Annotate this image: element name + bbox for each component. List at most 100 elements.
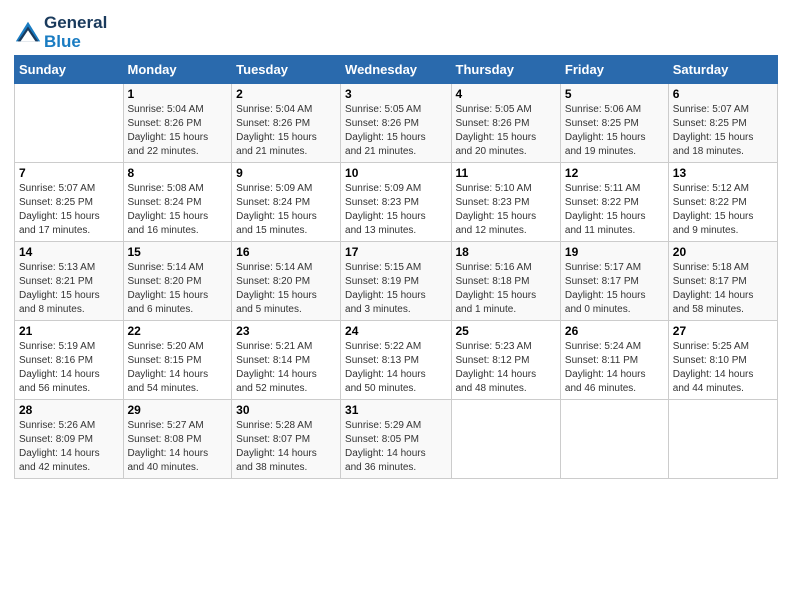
calendar-cell: 15 Sunrise: 5:14 AM Sunset: 8:20 PM Dayli… (123, 242, 232, 321)
calendar-cell: 4Sunrise: 5:05 AM Sunset: 8:26 PM Daylig… (451, 84, 560, 163)
day-number: 3 (345, 87, 446, 101)
cell-info: Sunrise: 5:13 AM Sunset: 8:21 PM Dayligh… (19, 261, 119, 317)
cell-info: Sunrise: 5:18 AM Sunset: 8:17 PM Dayligh… (673, 261, 773, 317)
cell-info: Sunrise: 5:26 AM Sunset: 8:09 PM Dayligh… (19, 419, 119, 475)
col-header-monday: Monday (123, 56, 232, 84)
cell-info: Sunrise: 5:20 AM Sunset: 8:15 PM Dayligh… (128, 340, 228, 396)
cell-info: Sunrise: 5:05 AM Sunset: 8:26 PM Dayligh… (345, 103, 446, 159)
cell-info: Sunrise: 5:16 AM Sunset: 8:18 PM Dayligh… (456, 261, 556, 317)
calendar-cell (15, 84, 124, 163)
calendar-cell: 20Sunrise: 5:18 AM Sunset: 8:17 PM Dayli… (668, 242, 777, 321)
cell-info: Sunrise: 5:06 AM Sunset: 8:25 PM Dayligh… (565, 103, 664, 159)
day-number: 12 (565, 166, 664, 180)
calendar-cell: 16 Sunrise: 5:14 AM Sunset: 8:20 PM Dayli… (232, 242, 341, 321)
day-number: 8 (128, 166, 228, 180)
cell-info: Sunrise: 5:25 AM Sunset: 8:10 PM Dayligh… (673, 340, 773, 396)
calendar-cell: 30 Sunrise: 5:28 AM Sunset: 8:07 PM Dayli… (232, 400, 341, 479)
calendar-cell: 27 Sunrise: 5:25 AM Sunset: 8:10 PM Dayli… (668, 321, 777, 400)
day-number: 14 (19, 245, 119, 259)
page-container: General Blue SundayMondayTuesdayWednesda… (0, 0, 792, 489)
cell-info: Sunrise: 5:12 AM Sunset: 8:22 PM Dayligh… (673, 182, 773, 238)
day-number: 13 (673, 166, 773, 180)
logo: General Blue (14, 14, 107, 51)
cell-info: Sunrise: 5:27 AM Sunset: 8:08 PM Dayligh… (128, 419, 228, 475)
calendar-cell: 24 Sunrise: 5:22 AM Sunset: 8:13 PM Dayli… (341, 321, 451, 400)
calendar-week-5: 28 Sunrise: 5:26 AM Sunset: 8:09 PM Dayli… (15, 400, 778, 479)
day-number: 31 (345, 403, 446, 417)
calendar-cell: 13 Sunrise: 5:12 AM Sunset: 8:22 PM Dayli… (668, 163, 777, 242)
day-number: 19 (565, 245, 664, 259)
day-number: 11 (456, 166, 556, 180)
calendar-cell: 7 Sunrise: 5:07 AM Sunset: 8:25 PM Daylig… (15, 163, 124, 242)
cell-info: Sunrise: 5:04 AM Sunset: 8:26 PM Dayligh… (236, 103, 336, 159)
calendar-header-row: SundayMondayTuesdayWednesdayThursdayFrid… (15, 56, 778, 84)
calendar-cell: 9Sunrise: 5:09 AM Sunset: 8:24 PM Daylig… (232, 163, 341, 242)
day-number: 25 (456, 324, 556, 338)
cell-info: Sunrise: 5:14 AM Sunset: 8:20 PM Dayligh… (236, 261, 336, 317)
day-number: 22 (128, 324, 228, 338)
cell-info: Sunrise: 5:19 AM Sunset: 8:16 PM Dayligh… (19, 340, 119, 396)
calendar-week-2: 7 Sunrise: 5:07 AM Sunset: 8:25 PM Daylig… (15, 163, 778, 242)
header: General Blue (14, 10, 778, 51)
cell-info: Sunrise: 5:28 AM Sunset: 8:07 PM Dayligh… (236, 419, 336, 475)
calendar-cell: 11 Sunrise: 5:10 AM Sunset: 8:23 PM Dayli… (451, 163, 560, 242)
cell-info: Sunrise: 5:24 AM Sunset: 8:11 PM Dayligh… (565, 340, 664, 396)
cell-info: Sunrise: 5:22 AM Sunset: 8:13 PM Dayligh… (345, 340, 446, 396)
cell-info: Sunrise: 5:05 AM Sunset: 8:26 PM Dayligh… (456, 103, 556, 159)
calendar-cell: 17Sunrise: 5:15 AM Sunset: 8:19 PM Dayli… (341, 242, 451, 321)
calendar-cell: 12 Sunrise: 5:11 AM Sunset: 8:22 PM Dayli… (560, 163, 668, 242)
day-number: 10 (345, 166, 446, 180)
cell-info: Sunrise: 5:10 AM Sunset: 8:23 PM Dayligh… (456, 182, 556, 238)
cell-info: Sunrise: 5:11 AM Sunset: 8:22 PM Dayligh… (565, 182, 664, 238)
calendar-cell: 31Sunrise: 5:29 AM Sunset: 8:05 PM Dayli… (341, 400, 451, 479)
col-header-saturday: Saturday (668, 56, 777, 84)
cell-info: Sunrise: 5:23 AM Sunset: 8:12 PM Dayligh… (456, 340, 556, 396)
day-number: 26 (565, 324, 664, 338)
cell-info: Sunrise: 5:07 AM Sunset: 8:25 PM Dayligh… (673, 103, 773, 159)
day-number: 5 (565, 87, 664, 101)
col-header-wednesday: Wednesday (341, 56, 451, 84)
cell-info: Sunrise: 5:08 AM Sunset: 8:24 PM Dayligh… (128, 182, 228, 238)
day-number: 18 (456, 245, 556, 259)
day-number: 15 (128, 245, 228, 259)
calendar-week-4: 21 Sunrise: 5:19 AM Sunset: 8:16 PM Dayli… (15, 321, 778, 400)
day-number: 30 (236, 403, 336, 417)
day-number: 29 (128, 403, 228, 417)
calendar-cell: 10 Sunrise: 5:09 AM Sunset: 8:23 PM Dayli… (341, 163, 451, 242)
calendar-cell: 29 Sunrise: 5:27 AM Sunset: 8:08 PM Dayli… (123, 400, 232, 479)
cell-info: Sunrise: 5:07 AM Sunset: 8:25 PM Dayligh… (19, 182, 119, 238)
cell-info: Sunrise: 5:04 AM Sunset: 8:26 PM Dayligh… (128, 103, 228, 159)
calendar-cell: 19 Sunrise: 5:17 AM Sunset: 8:17 PM Dayli… (560, 242, 668, 321)
day-number: 17 (345, 245, 446, 259)
col-header-friday: Friday (560, 56, 668, 84)
col-header-tuesday: Tuesday (232, 56, 341, 84)
day-number: 28 (19, 403, 119, 417)
day-number: 6 (673, 87, 773, 101)
calendar-cell: 21 Sunrise: 5:19 AM Sunset: 8:16 PM Dayli… (15, 321, 124, 400)
day-number: 7 (19, 166, 119, 180)
calendar-cell (451, 400, 560, 479)
calendar-cell: 3 Sunrise: 5:05 AM Sunset: 8:26 PM Daylig… (341, 84, 451, 163)
calendar-cell: 5 Sunrise: 5:06 AM Sunset: 8:25 PM Daylig… (560, 84, 668, 163)
day-number: 21 (19, 324, 119, 338)
cell-info: Sunrise: 5:17 AM Sunset: 8:17 PM Dayligh… (565, 261, 664, 317)
day-number: 24 (345, 324, 446, 338)
calendar-cell: 26 Sunrise: 5:24 AM Sunset: 8:11 PM Dayli… (560, 321, 668, 400)
calendar-cell (668, 400, 777, 479)
day-number: 1 (128, 87, 228, 101)
cell-info: Sunrise: 5:14 AM Sunset: 8:20 PM Dayligh… (128, 261, 228, 317)
calendar-cell: 14 Sunrise: 5:13 AM Sunset: 8:21 PM Dayli… (15, 242, 124, 321)
calendar-table: SundayMondayTuesdayWednesdayThursdayFrid… (14, 55, 778, 479)
calendar-cell: 2 Sunrise: 5:04 AM Sunset: 8:26 PM Daylig… (232, 84, 341, 163)
cell-info: Sunrise: 5:09 AM Sunset: 8:23 PM Dayligh… (345, 182, 446, 238)
day-number: 27 (673, 324, 773, 338)
cell-info: Sunrise: 5:09 AM Sunset: 8:24 PM Dayligh… (236, 182, 336, 238)
day-number: 2 (236, 87, 336, 101)
calendar-cell: 8 Sunrise: 5:08 AM Sunset: 8:24 PM Daylig… (123, 163, 232, 242)
cell-info: Sunrise: 5:21 AM Sunset: 8:14 PM Dayligh… (236, 340, 336, 396)
day-number: 16 (236, 245, 336, 259)
calendar-cell: 1 Sunrise: 5:04 AM Sunset: 8:26 PM Daylig… (123, 84, 232, 163)
calendar-cell: 23Sunrise: 5:21 AM Sunset: 8:14 PM Dayli… (232, 321, 341, 400)
calendar-cell: 18 Sunrise: 5:16 AM Sunset: 8:18 PM Dayli… (451, 242, 560, 321)
calendar-cell: 28 Sunrise: 5:26 AM Sunset: 8:09 PM Dayli… (15, 400, 124, 479)
